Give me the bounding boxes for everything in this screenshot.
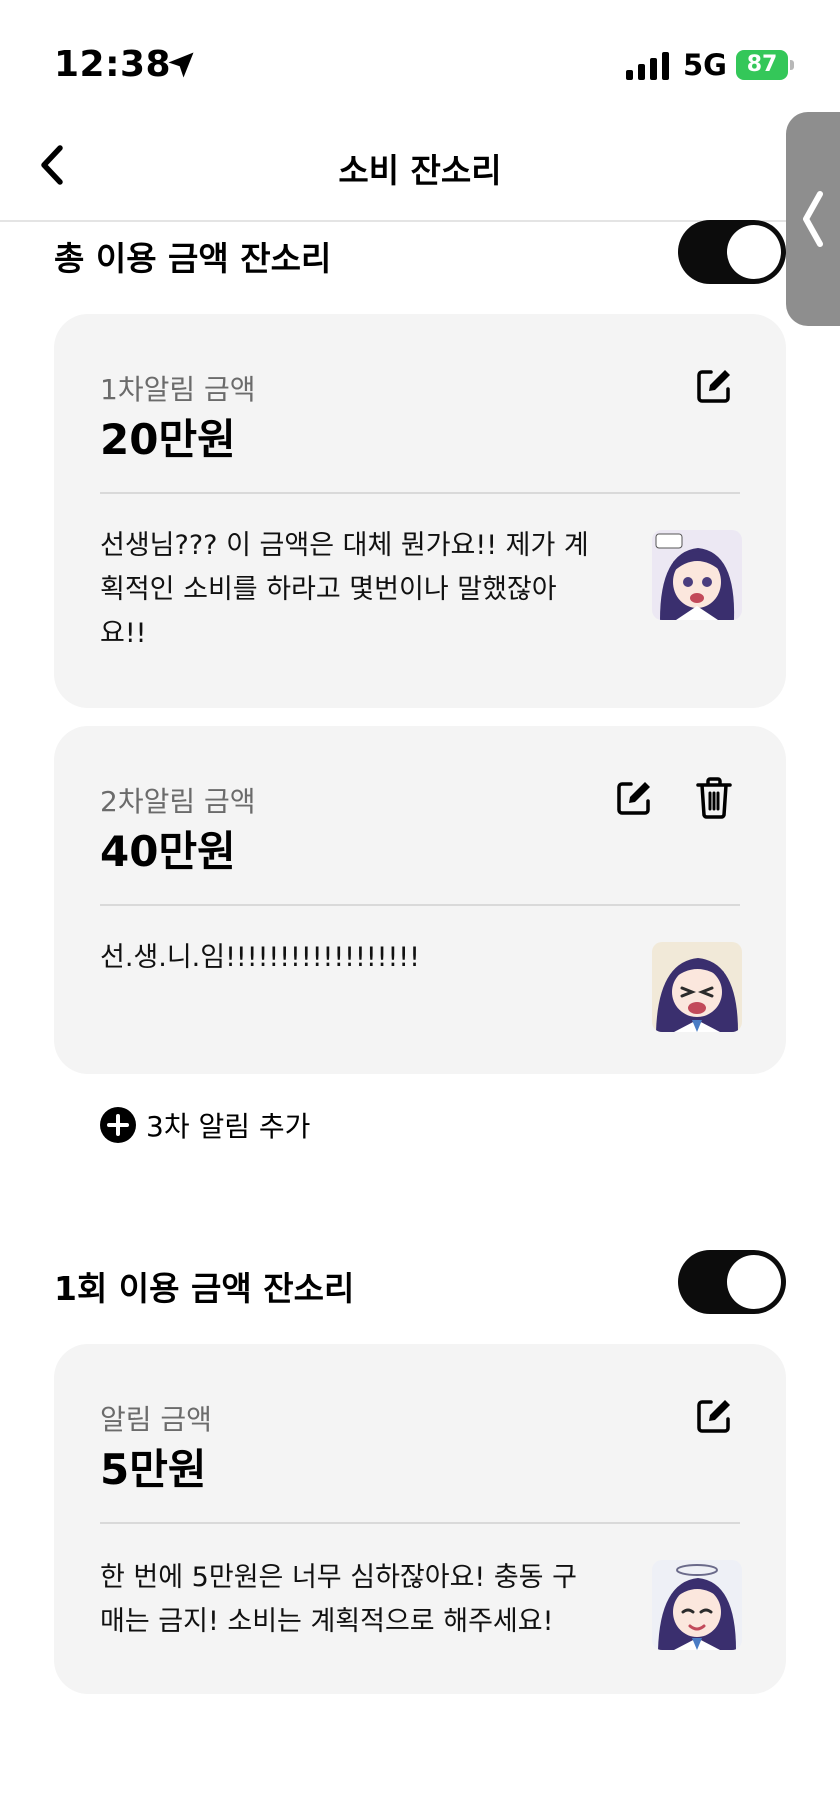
sticker-image: [652, 530, 742, 620]
sticker-image: [652, 1560, 742, 1650]
alert-card-2: 2차알림 금액 40만원 선.생.니.임!!!!!!!!!!!!!!!!!!: [54, 726, 786, 1074]
side-panel-handle[interactable]: [786, 112, 840, 326]
battery-tip: [790, 60, 794, 70]
alert-card-1: 1차알림 금액 20만원 선생님??? 이 금액은 대체 뭔가요!! 제가 계획…: [54, 314, 786, 708]
alert-label: 알림 금액: [100, 1403, 212, 1436]
alert-amount: 5만원: [100, 1445, 207, 1494]
network-type: 5G: [683, 48, 727, 82]
toggle-knob: [727, 1255, 781, 1309]
total-section-title: 총 이용 금액 잔소리: [54, 239, 332, 278]
alert-label: 2차알림 금액: [100, 785, 256, 818]
trash-icon[interactable]: [694, 776, 734, 820]
card-divider: [100, 492, 740, 494]
signal-icon: [626, 52, 669, 80]
card-divider: [100, 904, 740, 906]
status-bar: 12:38 5G 87: [0, 0, 840, 130]
alert-card-single: 알림 금액 5만원 한 번에 5만원은 너무 심하잖아요! 충동 구매는 금지!…: [54, 1344, 786, 1694]
page-title: 소비 잔소리: [338, 151, 502, 190]
status-time: 12:38: [54, 44, 172, 85]
plus-circle-icon: [100, 1107, 136, 1143]
alert-amount: 40만원: [100, 827, 236, 876]
location-arrow-icon: [168, 52, 194, 78]
single-section-title: 1회 이용 금액 잔소리: [54, 1269, 355, 1308]
card-divider: [100, 1522, 740, 1524]
chevron-left-icon: [803, 191, 823, 247]
edit-icon[interactable]: [694, 1396, 734, 1436]
nav-bar: 소비 잔소리: [0, 130, 840, 222]
edit-icon[interactable]: [694, 366, 734, 406]
toggle-knob: [727, 225, 781, 279]
alert-message: 선.생.니.임!!!!!!!!!!!!!!!!!!: [100, 942, 420, 973]
alert-label: 1차알림 금액: [100, 373, 256, 406]
edit-icon[interactable]: [614, 778, 654, 818]
battery-indicator: 87: [736, 50, 794, 80]
alert-message: 선생님??? 이 금액은 대체 뭔가요!! 제가 계획적인 소비를 하라고 몇번…: [100, 530, 589, 649]
alert-amount: 20만원: [100, 415, 236, 464]
add-alert-label: 3차 알림 추가: [146, 1110, 311, 1143]
total-section-toggle[interactable]: [678, 220, 786, 284]
battery-level: 87: [736, 50, 788, 80]
alert-message: 한 번에 5만원은 너무 심하잖아요! 충동 구매는 금지! 소비는 계획적으로…: [100, 1562, 577, 1637]
sticker-image: [652, 942, 742, 1032]
single-section-toggle[interactable]: [678, 1250, 786, 1314]
